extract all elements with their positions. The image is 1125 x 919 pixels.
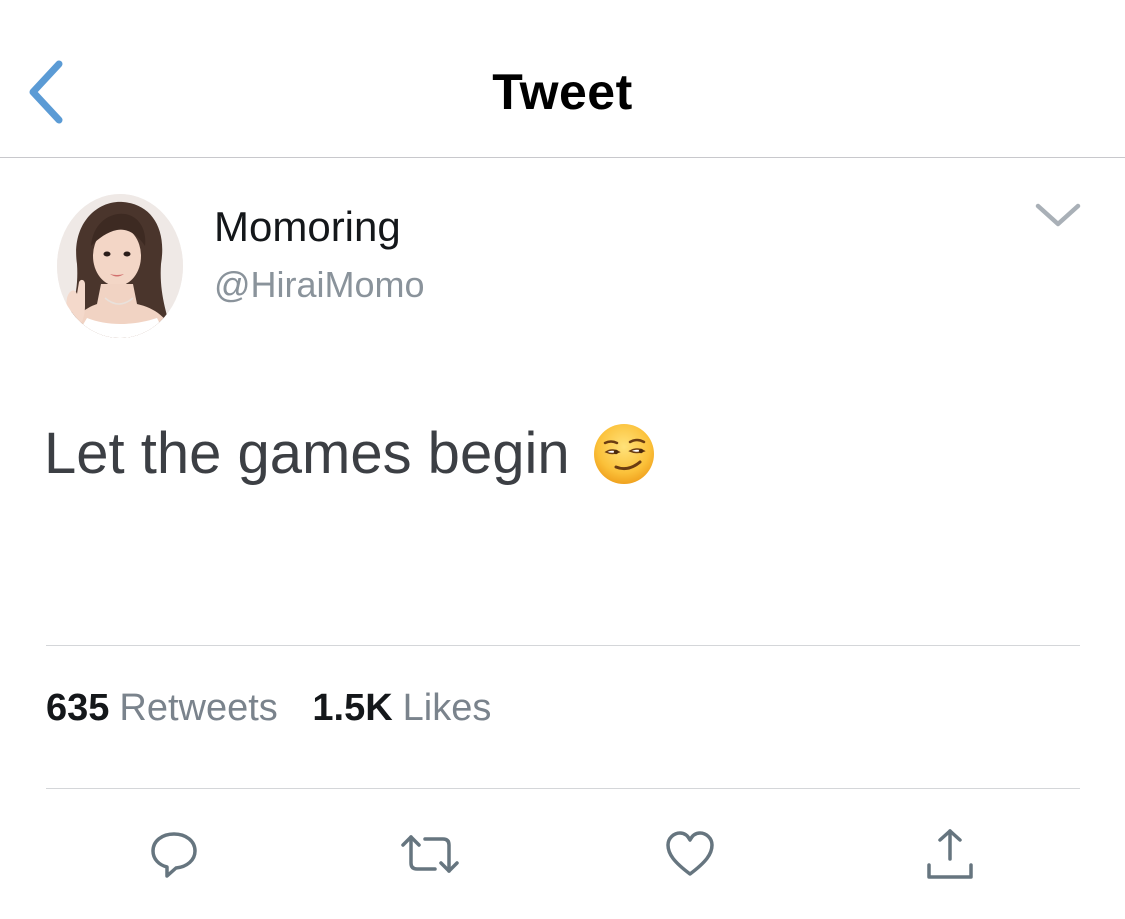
avatar[interactable] (57, 194, 183, 338)
page-title: Tweet (492, 64, 633, 120)
retweets-stat[interactable]: 635 Retweets (46, 684, 278, 732)
likes-stat[interactable]: 1.5K Likes (312, 684, 491, 732)
nav-bar: Tweet (0, 0, 1125, 158)
share-button[interactable] (918, 824, 982, 888)
display-name[interactable]: Momoring (214, 200, 401, 254)
retweet-button[interactable] (398, 824, 462, 888)
share-icon (923, 827, 977, 886)
likes-count: 1.5K (312, 687, 393, 729)
heart-icon (664, 830, 716, 883)
tweet-menu-button[interactable] (1028, 196, 1088, 240)
reply-button[interactable] (142, 824, 206, 888)
tweet-text-content: Let the games begin (44, 421, 570, 486)
retweets-label: Retweets (119, 687, 278, 729)
retweets-count: 635 (46, 687, 110, 729)
tweet-stats: 635 Retweets 1.5K Likes (46, 684, 491, 732)
like-button[interactable] (658, 824, 722, 888)
likes-label: Likes (402, 687, 492, 729)
chevron-down-icon (1034, 202, 1082, 235)
user-handle[interactable]: @HiraiMomo (214, 262, 425, 308)
reply-icon (148, 828, 200, 885)
divider (46, 788, 1080, 789)
retweet-icon (399, 831, 461, 882)
tweet-text: Let the games begin (44, 418, 656, 490)
smirking-face-emoji (592, 422, 656, 486)
divider (46, 645, 1080, 646)
